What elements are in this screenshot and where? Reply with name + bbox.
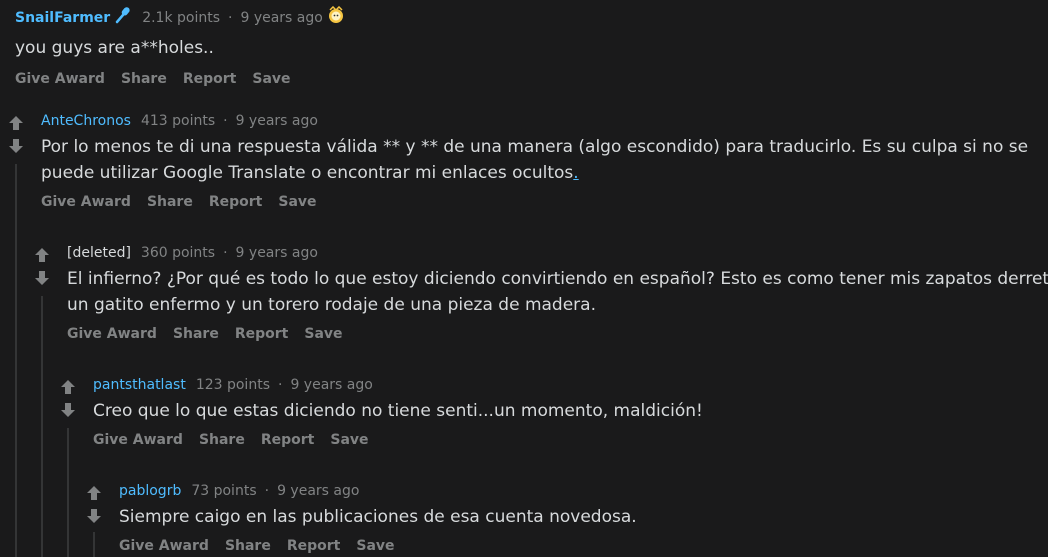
award-icon — [327, 5, 345, 29]
share-button[interactable]: Share — [121, 71, 167, 87]
give-award-button[interactable]: Give Award — [93, 432, 183, 448]
timestamp[interactable]: 9 years ago — [290, 376, 372, 394]
separator-dot: · — [223, 245, 228, 261]
give-award-button[interactable]: Give Award — [119, 538, 209, 554]
save-button[interactable]: Save — [304, 326, 342, 342]
comment-body: El infierno? ¿Por qué es todo lo que est… — [67, 266, 1048, 318]
timestamp[interactable]: 9 years ago — [236, 112, 318, 130]
give-award-button[interactable]: Give Award — [15, 71, 105, 87]
comment-actions: Give Award Share Report Save — [67, 326, 1048, 342]
author-link[interactable]: AnteChronos — [41, 112, 131, 130]
points-count: 2.1k points — [142, 9, 221, 26]
comment-pantsthatlast: pantsthatlast 123 points · 9 years ago C… — [93, 376, 703, 448]
comment-body-text: puede utilizar Google Translate o encont… — [41, 163, 574, 183]
separator-dot: · — [223, 113, 228, 129]
comment-antechronos: AnteChronos 413 points · 9 years ago Por… — [41, 112, 1028, 210]
downvote-icon[interactable] — [7, 137, 25, 155]
save-button[interactable]: Save — [330, 432, 368, 448]
report-button[interactable]: Report — [261, 432, 315, 448]
share-button[interactable]: Share — [225, 538, 271, 554]
downvote-icon[interactable] — [33, 269, 51, 287]
comment-actions: Give Award Share Report Save — [93, 432, 703, 448]
upvote-icon[interactable] — [85, 484, 103, 502]
separator-dot: · — [228, 9, 233, 26]
timestamp[interactable]: 9 years ago — [240, 9, 322, 27]
comment-body-line: El infierno? ¿Por qué es todo lo que est… — [67, 269, 1048, 289]
thread-line[interactable] — [41, 296, 43, 557]
vote-controls — [84, 484, 104, 525]
report-button[interactable]: Report — [183, 71, 237, 87]
save-button[interactable]: Save — [278, 194, 316, 210]
vote-controls — [58, 378, 78, 419]
comment-meta: [deleted] 360 points · 9 years ago — [67, 244, 1048, 262]
separator-dot: · — [264, 483, 270, 499]
upvote-icon[interactable] — [33, 246, 51, 264]
share-button[interactable]: Share — [173, 326, 219, 342]
author-link[interactable]: pablogrb — [119, 482, 181, 500]
comment-body-line: puede utilizar Google Translate o encont… — [41, 160, 1028, 186]
points-count: 413 points — [140, 113, 216, 129]
vote-controls — [6, 114, 26, 155]
share-button[interactable]: Share — [147, 194, 193, 210]
report-button[interactable]: Report — [287, 538, 341, 554]
timestamp[interactable]: 9 years ago — [236, 244, 318, 262]
downvote-icon[interactable] — [59, 401, 77, 419]
comment-thread: SnailFarmer 2.1k points · 9 years ago yo… — [0, 0, 1048, 557]
comment-meta: pantsthatlast 123 points · 9 years ago — [93, 376, 703, 394]
author-deleted: [deleted] — [67, 245, 131, 261]
save-button[interactable]: Save — [356, 538, 394, 554]
comment-actions: Give Award Share Report Save — [119, 538, 637, 554]
downvote-icon[interactable] — [85, 507, 103, 525]
separator-dot: · — [277, 377, 283, 393]
give-award-button[interactable]: Give Award — [41, 194, 131, 210]
microphone-icon — [114, 6, 132, 29]
points-count: 73 points — [191, 483, 257, 499]
timestamp[interactable]: 9 years ago — [277, 482, 359, 500]
comment-body: you guys are a**holes.. — [15, 38, 214, 58]
give-award-button[interactable]: Give Award — [67, 326, 157, 342]
upvote-icon[interactable] — [59, 378, 77, 396]
comment-snailfarmer: SnailFarmer 2.1k points · 9 years ago yo… — [15, 5, 345, 87]
comment-body-line: un gatito enfermo y un torero rodaje de … — [67, 295, 596, 315]
thread-line[interactable] — [93, 532, 95, 557]
upvote-icon[interactable] — [7, 114, 25, 132]
comment-body: Siempre caigo en las publicaciones de es… — [119, 507, 637, 527]
vote-controls — [32, 246, 52, 287]
save-button[interactable]: Save — [252, 71, 290, 87]
comment-meta: SnailFarmer 2.1k points · 9 years ago — [15, 5, 345, 29]
points-count: 123 points — [195, 377, 270, 393]
comment-pablogrb: pablogrb 73 points · 9 years ago Siempre… — [119, 482, 637, 554]
comment-body: Por lo menos te di una respuesta válida … — [41, 134, 1028, 186]
comment-actions: Give Award Share Report Save — [15, 71, 345, 87]
report-button[interactable]: Report — [209, 194, 263, 210]
comment-meta: AnteChronos 413 points · 9 years ago — [41, 112, 1028, 130]
author-link[interactable]: SnailFarmer — [15, 9, 110, 27]
comment-body-line: Por lo menos te di una respuesta válida … — [41, 137, 1029, 157]
share-button[interactable]: Share — [199, 432, 245, 448]
comment-actions: Give Award Share Report Save — [41, 194, 1028, 210]
points-count: 360 points — [140, 245, 216, 261]
comment-meta: pablogrb 73 points · 9 years ago — [119, 482, 637, 500]
author-link[interactable]: pantsthatlast — [93, 376, 186, 394]
comment-body: Creo que lo que estas diciendo no tiene … — [93, 401, 703, 421]
report-button[interactable]: Report — [235, 326, 289, 342]
thread-line[interactable] — [15, 164, 17, 557]
hidden-link[interactable]: . — [573, 163, 578, 183]
comment-deleted: [deleted] 360 points · 9 years ago El in… — [67, 244, 1048, 342]
thread-line[interactable] — [67, 428, 69, 557]
